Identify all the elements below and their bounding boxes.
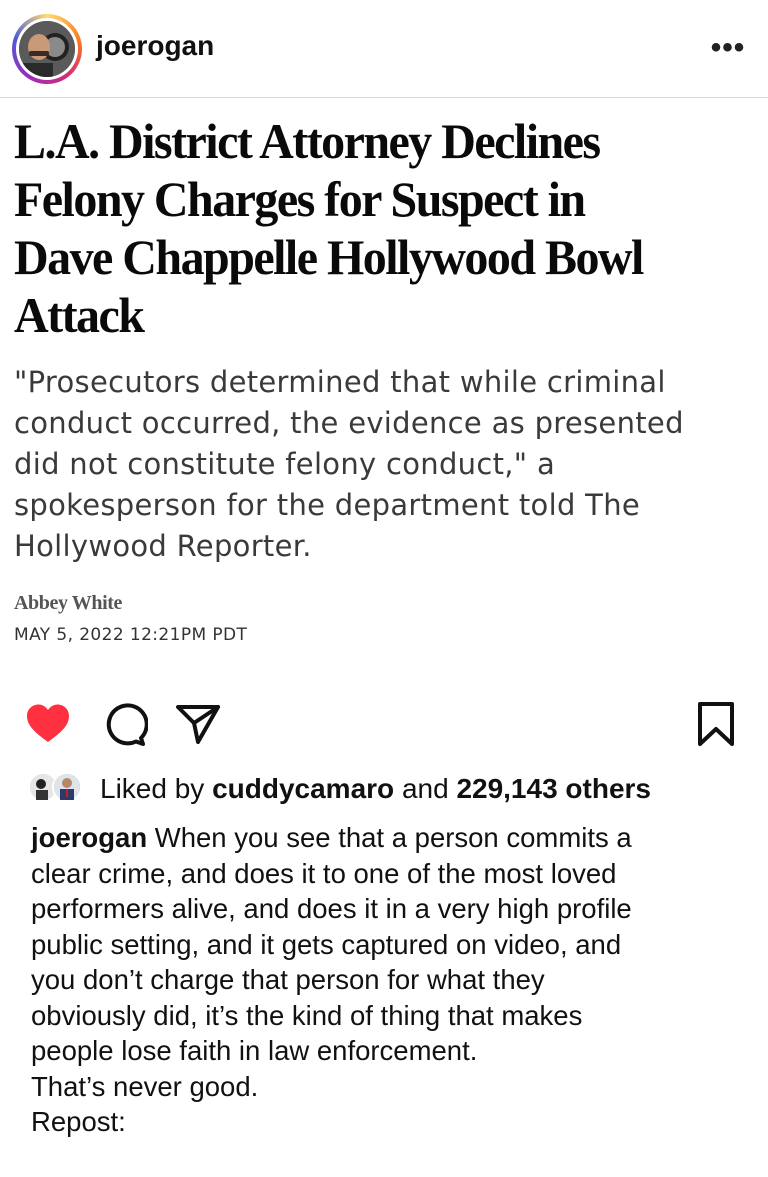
- paper-plane-icon[interactable]: [174, 700, 222, 748]
- headline-line: Dave Chappelle Hollywood Bowl: [14, 229, 644, 285]
- caption-line: obviously did, it’s the kind of thing th…: [31, 999, 583, 1031]
- post-username[interactable]: joerogan: [96, 30, 214, 62]
- bookmark-icon[interactable]: [692, 700, 740, 748]
- caption-line: joerogan When you see that a person comm…: [31, 820, 743, 856]
- article-author: Abbey White: [14, 592, 123, 614]
- profile-avatar[interactable]: [12, 14, 82, 84]
- liker-avatar: [52, 772, 82, 802]
- comment-icon[interactable]: [100, 700, 148, 748]
- caption-line: performers alive, and does it in a very …: [31, 893, 632, 924]
- article-headline: L.A. District Attorney Declines Felony C…: [14, 112, 724, 344]
- liker-avatar-graphic: [54, 774, 80, 800]
- share-svg: [176, 705, 220, 744]
- comment-svg: [106, 703, 148, 746]
- caption-line: people lose faith in law enforcement.: [31, 1035, 478, 1066]
- post-caption: joerogan When you see that a person comm…: [31, 820, 743, 1140]
- dek-line: "Prosecutors determined that while crimi…: [14, 365, 666, 399]
- caption-username[interactable]: joerogan: [31, 822, 147, 853]
- caption-line: Repost:: [31, 1106, 126, 1137]
- caption-line: That’s never good.: [31, 1070, 259, 1102]
- caption-line: clear crime, and does it to one of the m…: [31, 857, 617, 889]
- article-date: MAY 5, 2022 12:21PM PDT: [14, 625, 248, 645]
- likes-conjunction: and: [401, 773, 449, 804]
- more-options-icon[interactable]: •••: [708, 30, 748, 66]
- likes-count[interactable]: 229,143 others: [456, 773, 651, 804]
- dek-line: spokesperson for the department told The: [14, 488, 641, 522]
- dek-line: Hollywood Reporter.: [14, 529, 312, 563]
- likes-summary[interactable]: Liked by cuddycamaro and 229,143 others: [28, 768, 758, 808]
- liker-username[interactable]: cuddycamaro: [212, 773, 394, 804]
- heart-svg: [27, 704, 69, 742]
- dek-line: conduct occurred, the evidence as presen…: [14, 406, 684, 440]
- avatar-photo: [19, 21, 75, 77]
- likes-text: Liked by cuddycamaro and 229,143 others: [100, 773, 651, 805]
- headline-line: Felony Charges for Suspect in: [14, 171, 586, 227]
- likes-prefix: Liked by: [100, 773, 205, 804]
- bookmark-svg: [698, 702, 734, 746]
- post-header: joerogan •••: [0, 0, 768, 98]
- headline-line: Attack: [14, 287, 145, 343]
- caption-line: public setting, and it gets captured on …: [31, 928, 622, 960]
- dek-line: did not constitute felony conduct," a: [14, 447, 556, 481]
- headline-line: L.A. District Attorney Declines: [14, 113, 601, 169]
- caption-text: When you see that a person commits a: [154, 822, 632, 853]
- caption-line: you don’t charge that person for what th…: [31, 964, 545, 995]
- avatar-border: [16, 18, 78, 80]
- avatar-photo-graphic: [19, 21, 75, 77]
- heart-filled-icon[interactable]: [24, 700, 72, 748]
- article-dek: "Prosecutors determined that while crimi…: [14, 362, 754, 567]
